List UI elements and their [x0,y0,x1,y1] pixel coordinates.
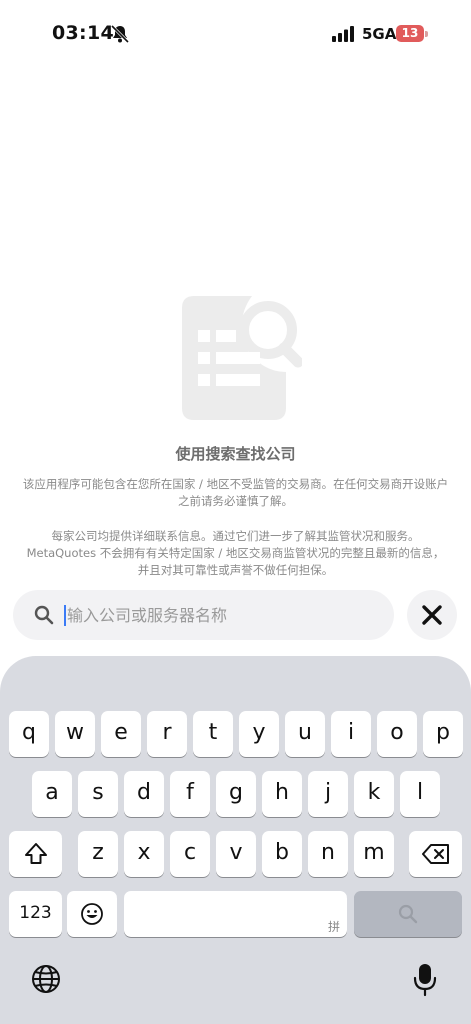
key-e[interactable]: e [101,711,141,757]
key-p[interactable]: p [423,711,463,757]
search-input[interactable] [67,598,367,632]
empty-state-title: 使用搜索查找公司 [175,445,296,463]
key-c[interactable]: c [170,831,210,877]
key-i[interactable]: i [331,711,371,757]
key-n[interactable]: n [308,831,348,877]
cellular-signal-icon [332,26,354,42]
network-type: 5GA [362,25,397,43]
key-k[interactable]: k [354,771,394,817]
close-icon [422,605,442,625]
search-icon [34,605,54,625]
key-w[interactable]: w [55,711,95,757]
shift-key[interactable] [9,831,62,877]
status-bar: 03:14 5GA 13 [0,0,471,60]
search-field[interactable] [13,590,394,640]
search-key-icon [398,904,418,924]
key-f[interactable]: f [170,771,210,817]
key-y[interactable]: y [239,711,279,757]
text-cursor [64,605,66,626]
close-search-button[interactable] [407,590,457,640]
key-v[interactable]: v [216,831,256,877]
key-o[interactable]: o [377,711,417,757]
battery-tip [425,31,428,37]
key-h[interactable]: h [262,771,302,817]
key-u[interactable]: u [285,711,325,757]
key-x[interactable]: x [124,831,164,877]
key-d[interactable]: d [124,771,164,817]
emoji-icon [81,903,103,925]
empty-state-info: 每家公司均提供详细联系信息。通过它们进一步了解其监管状况和服务。MetaQuot… [26,529,445,577]
emoji-key[interactable] [67,891,117,937]
battery-indicator: 13 [396,25,430,43]
globe-icon[interactable] [30,963,62,995]
empty-state-disclaimer: 该应用程序可能包含在您所在国家 / 地区不受监管的交易商。在任何交易商开设账户之… [22,477,449,508]
delete-key[interactable] [409,831,462,877]
space-key[interactable]: 拼 [124,891,347,937]
key-m[interactable]: m [354,831,394,877]
key-b[interactable]: b [262,831,302,877]
key-j[interactable]: j [308,771,348,817]
document-search-icon [182,296,302,420]
numbers-key[interactable]: 123 [9,891,62,937]
key-r[interactable]: r [147,711,187,757]
search-key[interactable] [354,891,462,937]
key-g[interactable]: g [216,771,256,817]
battery-level: 13 [396,25,424,42]
key-a[interactable]: a [32,771,72,817]
microphone-icon[interactable] [412,962,438,998]
bell-slash-icon [110,24,130,44]
key-q[interactable]: q [9,711,49,757]
key-t[interactable]: t [193,711,233,757]
status-time: 03:14 [52,22,114,44]
pinyin-hint: 拼 [327,920,340,934]
key-z[interactable]: z [78,831,118,877]
key-l[interactable]: l [400,771,440,817]
key-s[interactable]: s [78,771,118,817]
shift-icon [24,843,47,864]
backspace-icon [421,844,449,864]
